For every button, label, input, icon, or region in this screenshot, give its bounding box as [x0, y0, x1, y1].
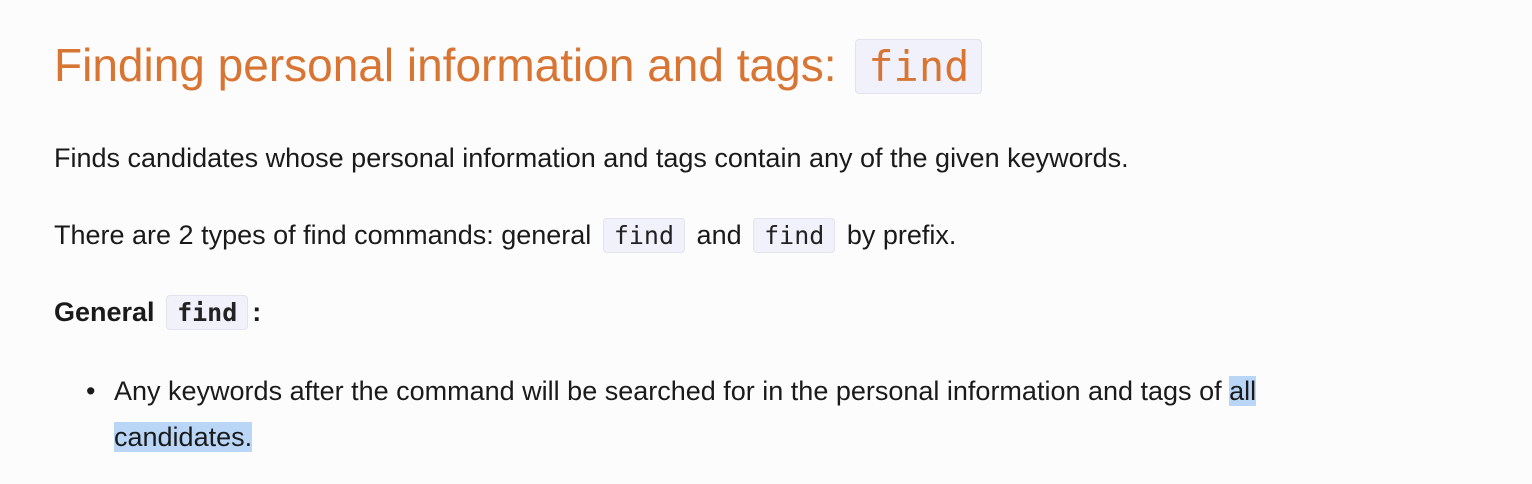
- list-item: • Any keywords after the command will be …: [86, 368, 1532, 460]
- general-label-suffix: :: [252, 297, 262, 327]
- types-paragraph: There are 2 types of find commands: gene…: [54, 215, 956, 256]
- types-text-before: There are 2 types of find commands: gene…: [54, 220, 592, 250]
- bullet-icon: •: [86, 376, 96, 406]
- heading-text: Finding personal information and tags:: [54, 39, 837, 91]
- general-label-text: General: [54, 297, 155, 327]
- inline-code-find-general: find: [602, 218, 686, 253]
- types-text-middle: and: [696, 220, 742, 250]
- inline-code-find-prefix: find: [753, 218, 836, 253]
- selected-text-line2: candidates.: [114, 422, 253, 452]
- list-item-text: Any keywords after the command will be s…: [114, 376, 1222, 406]
- heading-code-find: find: [855, 39, 983, 94]
- general-label-code: find: [166, 295, 249, 330]
- section-heading: Finding personal information and tags: f…: [54, 30, 983, 102]
- selected-text-line1: all: [1229, 376, 1257, 406]
- general-find-label: General find:: [54, 292, 261, 333]
- types-text-after: by prefix.: [846, 220, 957, 250]
- general-find-list: • Any keywords after the command will be …: [54, 368, 1532, 460]
- intro-paragraph: Finds candidates whose personal informat…: [54, 143, 1129, 173]
